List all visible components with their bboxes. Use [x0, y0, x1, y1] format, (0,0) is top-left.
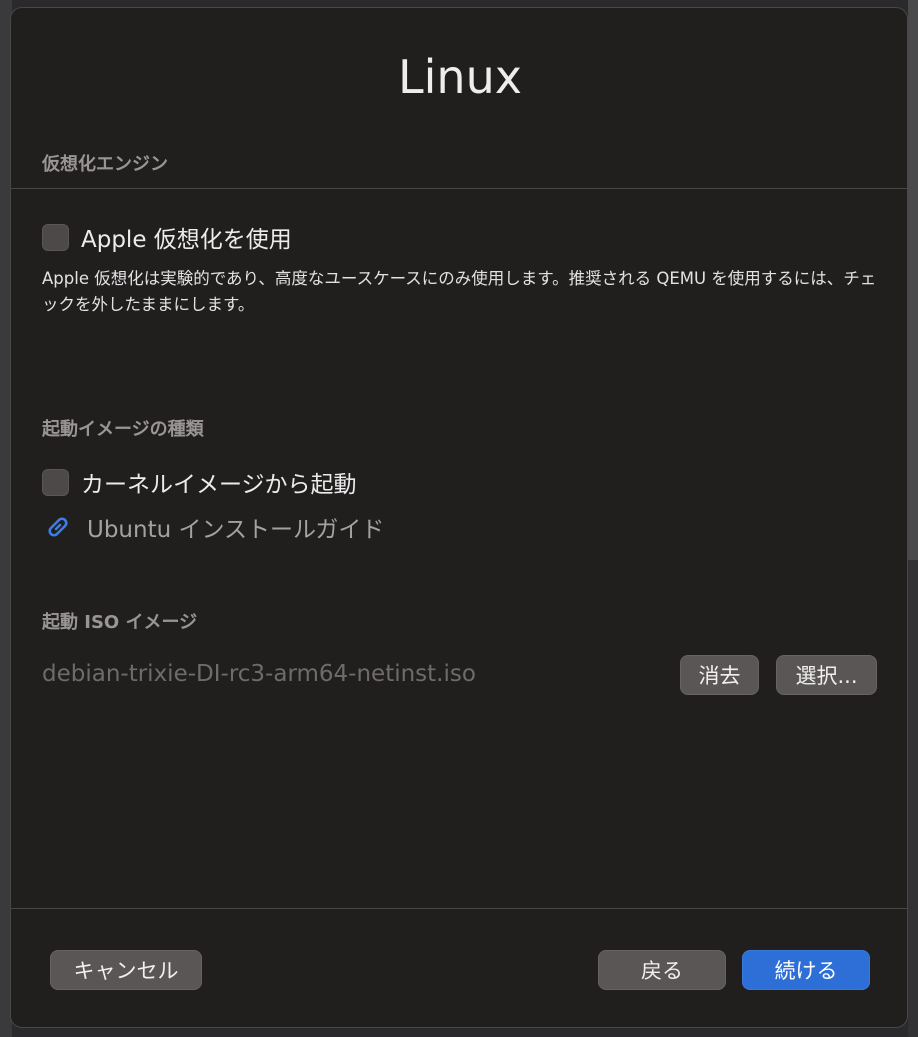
continue-button[interactable]: 続ける: [742, 950, 870, 990]
apple-virtualization-checkbox[interactable]: [42, 223, 69, 251]
clear-iso-button[interactable]: 消去: [680, 655, 759, 695]
iso-filename: debian-trixie-DI-rc3-arm64-netinst.iso: [42, 661, 476, 687]
background-scrollbar: [908, 0, 918, 560]
kernel-boot-checkbox[interactable]: [42, 468, 69, 496]
section-label-boot-image-type: 起動イメージの種類: [42, 419, 204, 440]
kernel-boot-row[interactable]: カーネルイメージから起動: [42, 465, 357, 499]
background-window-edge-right: [908, 0, 918, 1037]
sheet-title: Linux: [398, 50, 522, 104]
back-button[interactable]: 戻る: [598, 950, 726, 990]
footer-divider: [11, 908, 907, 909]
ubuntu-install-guide-label[interactable]: Ubuntu インストールガイド: [87, 510, 384, 544]
section-label-virtualization-engine: 仮想化エンジン: [42, 154, 168, 175]
kernel-boot-label[interactable]: カーネルイメージから起動: [81, 465, 357, 499]
apple-virtualization-description: Apple 仮想化は実験的であり、高度なユースケースにのみ使用します。推奨される…: [42, 269, 877, 314]
link-icon: [48, 517, 68, 537]
section-label-boot-iso-image: 起動 ISO イメージ: [42, 612, 198, 633]
linux-setup-sheet: Linux 仮想化エンジン Apple 仮想化を使用 Apple 仮想化は実験的…: [10, 7, 908, 1028]
apple-virtualization-row[interactable]: Apple 仮想化を使用: [42, 220, 292, 254]
apple-virtualization-label[interactable]: Apple 仮想化を使用: [81, 220, 292, 254]
cancel-button[interactable]: キャンセル: [50, 950, 202, 990]
ubuntu-install-guide-link[interactable]: Ubuntu インストールガイド: [43, 510, 384, 544]
header-divider: [11, 188, 907, 189]
choose-iso-button[interactable]: 選択...: [776, 655, 877, 695]
